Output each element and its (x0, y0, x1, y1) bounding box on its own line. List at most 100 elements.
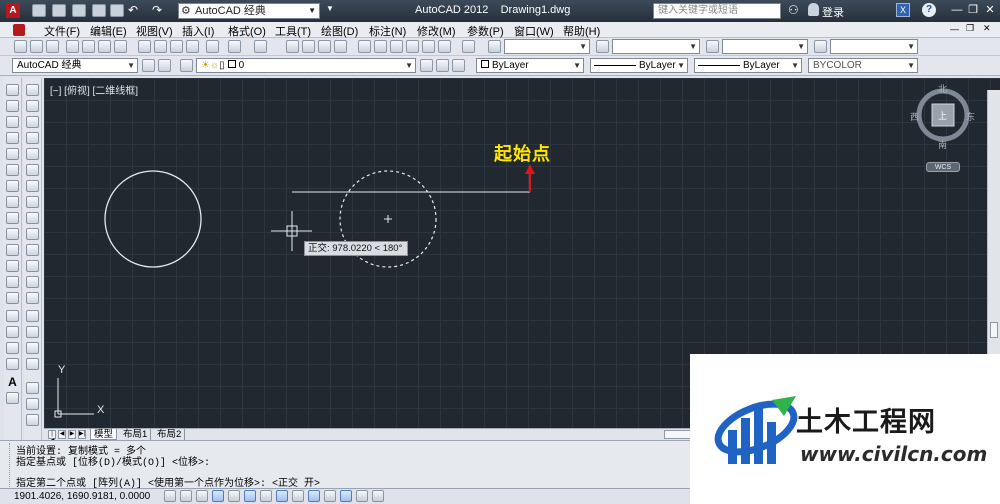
3d-dwf-icon[interactable] (114, 40, 127, 53)
toolbar-help-icon[interactable] (462, 40, 475, 53)
viewcube-south[interactable]: 南 (938, 138, 947, 151)
selection-cycling-icon[interactable] (372, 490, 384, 502)
menu-draw[interactable]: 绘图(D) (321, 23, 358, 39)
3d-osnap-icon[interactable] (260, 490, 272, 502)
add-selected-icon[interactable] (6, 392, 19, 404)
saveas-icon[interactable] (92, 4, 106, 17)
design-center-icon[interactable] (374, 40, 387, 53)
tool-palettes-icon[interactable] (390, 40, 403, 53)
join-icon[interactable] (26, 292, 39, 304)
help-icon[interactable]: ? (922, 3, 936, 17)
menu-file[interactable]: 文件(F) (44, 23, 80, 39)
ellipse-icon[interactable] (6, 228, 19, 240)
hatch-icon[interactable] (6, 310, 19, 322)
menu-format[interactable]: 格式(O) (228, 23, 266, 39)
trim-icon[interactable] (26, 228, 39, 240)
doc-close-icon[interactable]: ✕ (983, 23, 991, 34)
menu-modify[interactable]: 修改(M) (417, 23, 456, 39)
zoom-realtime-icon[interactable] (302, 40, 315, 53)
layer-state-icon[interactable] (452, 59, 465, 72)
sheet-set-icon[interactable] (406, 40, 419, 53)
construction-line-icon[interactable] (6, 100, 19, 112)
table-icon[interactable] (6, 358, 19, 370)
offset-icon[interactable] (26, 132, 39, 144)
point-icon[interactable] (6, 292, 19, 304)
zoom-window-icon[interactable] (318, 40, 331, 53)
menu-edit[interactable]: 编辑(E) (90, 23, 127, 39)
dim-style-icon[interactable] (596, 40, 609, 53)
publish-icon[interactable] (98, 40, 111, 53)
block-editor-icon[interactable] (206, 40, 219, 53)
draworder-icon[interactable] (26, 382, 39, 394)
rotate-icon[interactable] (26, 180, 39, 192)
cut-icon[interactable] (138, 40, 151, 53)
workspace-combo[interactable]: AutoCAD 经典 ▼ (12, 58, 138, 73)
polygon-icon[interactable] (6, 132, 19, 144)
tab-model[interactable]: 模型 (90, 429, 118, 440)
tab-layout2[interactable]: 布局2 (154, 429, 186, 440)
text-style-combo[interactable]: ▼ (504, 39, 590, 54)
open-file-icon[interactable] (30, 40, 43, 53)
wcs-menu[interactable]: WCS (926, 162, 960, 172)
snap-mode-icon[interactable] (180, 490, 192, 502)
object-snap-tracking-icon[interactable] (276, 490, 288, 502)
last-tab-icon[interactable]: ▶| (78, 430, 86, 439)
layer-previous-icon[interactable] (436, 59, 449, 72)
menu-window[interactable]: 窗口(W) (514, 23, 554, 39)
circle-icon[interactable] (6, 180, 19, 192)
dim-style-combo[interactable]: ▼ (612, 39, 700, 54)
viewcube-east[interactable]: 东 (966, 110, 975, 123)
array-icon[interactable] (26, 148, 39, 160)
table-style-icon[interactable] (706, 40, 719, 53)
menu-insert[interactable]: 插入(I) (182, 23, 214, 39)
break-at-point-icon[interactable] (26, 260, 39, 272)
tab-layout1[interactable]: 布局1 (120, 429, 152, 440)
close-icon[interactable]: ✕ (983, 3, 997, 17)
print-icon[interactable] (110, 4, 124, 17)
move-icon[interactable] (26, 164, 39, 176)
draworder-front-icon[interactable] (26, 414, 39, 426)
table-style-combo[interactable]: ▼ (722, 39, 808, 54)
minimize-icon[interactable]: — (950, 3, 964, 17)
prev-tab-icon[interactable]: ◀ (58, 430, 66, 439)
pan-icon[interactable] (286, 40, 299, 53)
user-icon[interactable] (808, 3, 819, 16)
preview-icon[interactable] (82, 40, 95, 53)
cursor-coordinates[interactable]: 1901.4026, 1690.9181, 0.0000 (14, 491, 150, 502)
viewcube-face[interactable]: 上 (938, 109, 947, 122)
polyline-icon[interactable] (6, 116, 19, 128)
copy-object-icon[interactable] (26, 100, 39, 112)
insert-block-icon[interactable] (6, 260, 19, 272)
properties-icon[interactable] (358, 40, 371, 53)
viewcube-north[interactable]: 北 (938, 82, 947, 95)
plot-icon[interactable] (66, 40, 79, 53)
redo-icon[interactable]: ↷ (152, 4, 166, 17)
save-icon[interactable] (72, 4, 86, 17)
menu-help[interactable]: 帮助(H) (563, 23, 600, 39)
spline-icon[interactable] (6, 212, 19, 224)
lineweight-combo[interactable]: ByLayer ▼ (694, 58, 802, 73)
mtext-icon[interactable]: A (6, 376, 19, 388)
ortho-mode-icon[interactable] (212, 490, 224, 502)
draworder-back-icon[interactable] (26, 398, 39, 410)
markup-icon[interactable] (422, 40, 435, 53)
app-logo[interactable]: A (6, 3, 20, 18)
lineweight-toggle-icon[interactable] (324, 490, 336, 502)
text-style-icon[interactable] (488, 40, 501, 53)
revcloud-icon[interactable] (6, 196, 19, 208)
rectangle-icon[interactable] (6, 148, 19, 160)
doc-minimize-icon[interactable]: — (950, 24, 959, 34)
plotstyle-combo[interactable]: BYCOLOR ▼ (808, 58, 918, 73)
ucs-toggle-icon[interactable] (292, 490, 304, 502)
zoom-previous-icon[interactable] (334, 40, 347, 53)
paste-icon[interactable] (170, 40, 183, 53)
quick-properties-icon[interactable] (356, 490, 368, 502)
grid-display-icon[interactable] (196, 490, 208, 502)
workspace-select[interactable]: ⚙ AutoCAD 经典 ▼ (178, 3, 320, 19)
mleader-style-combo[interactable]: ▼ (830, 39, 918, 54)
polar-tracking-icon[interactable] (228, 490, 240, 502)
erase-icon[interactable] (26, 84, 39, 96)
toolbar-undo-icon[interactable] (228, 40, 241, 53)
region-icon[interactable] (6, 342, 19, 354)
linetype-combo[interactable]: ByLayer ▼ (590, 58, 688, 73)
